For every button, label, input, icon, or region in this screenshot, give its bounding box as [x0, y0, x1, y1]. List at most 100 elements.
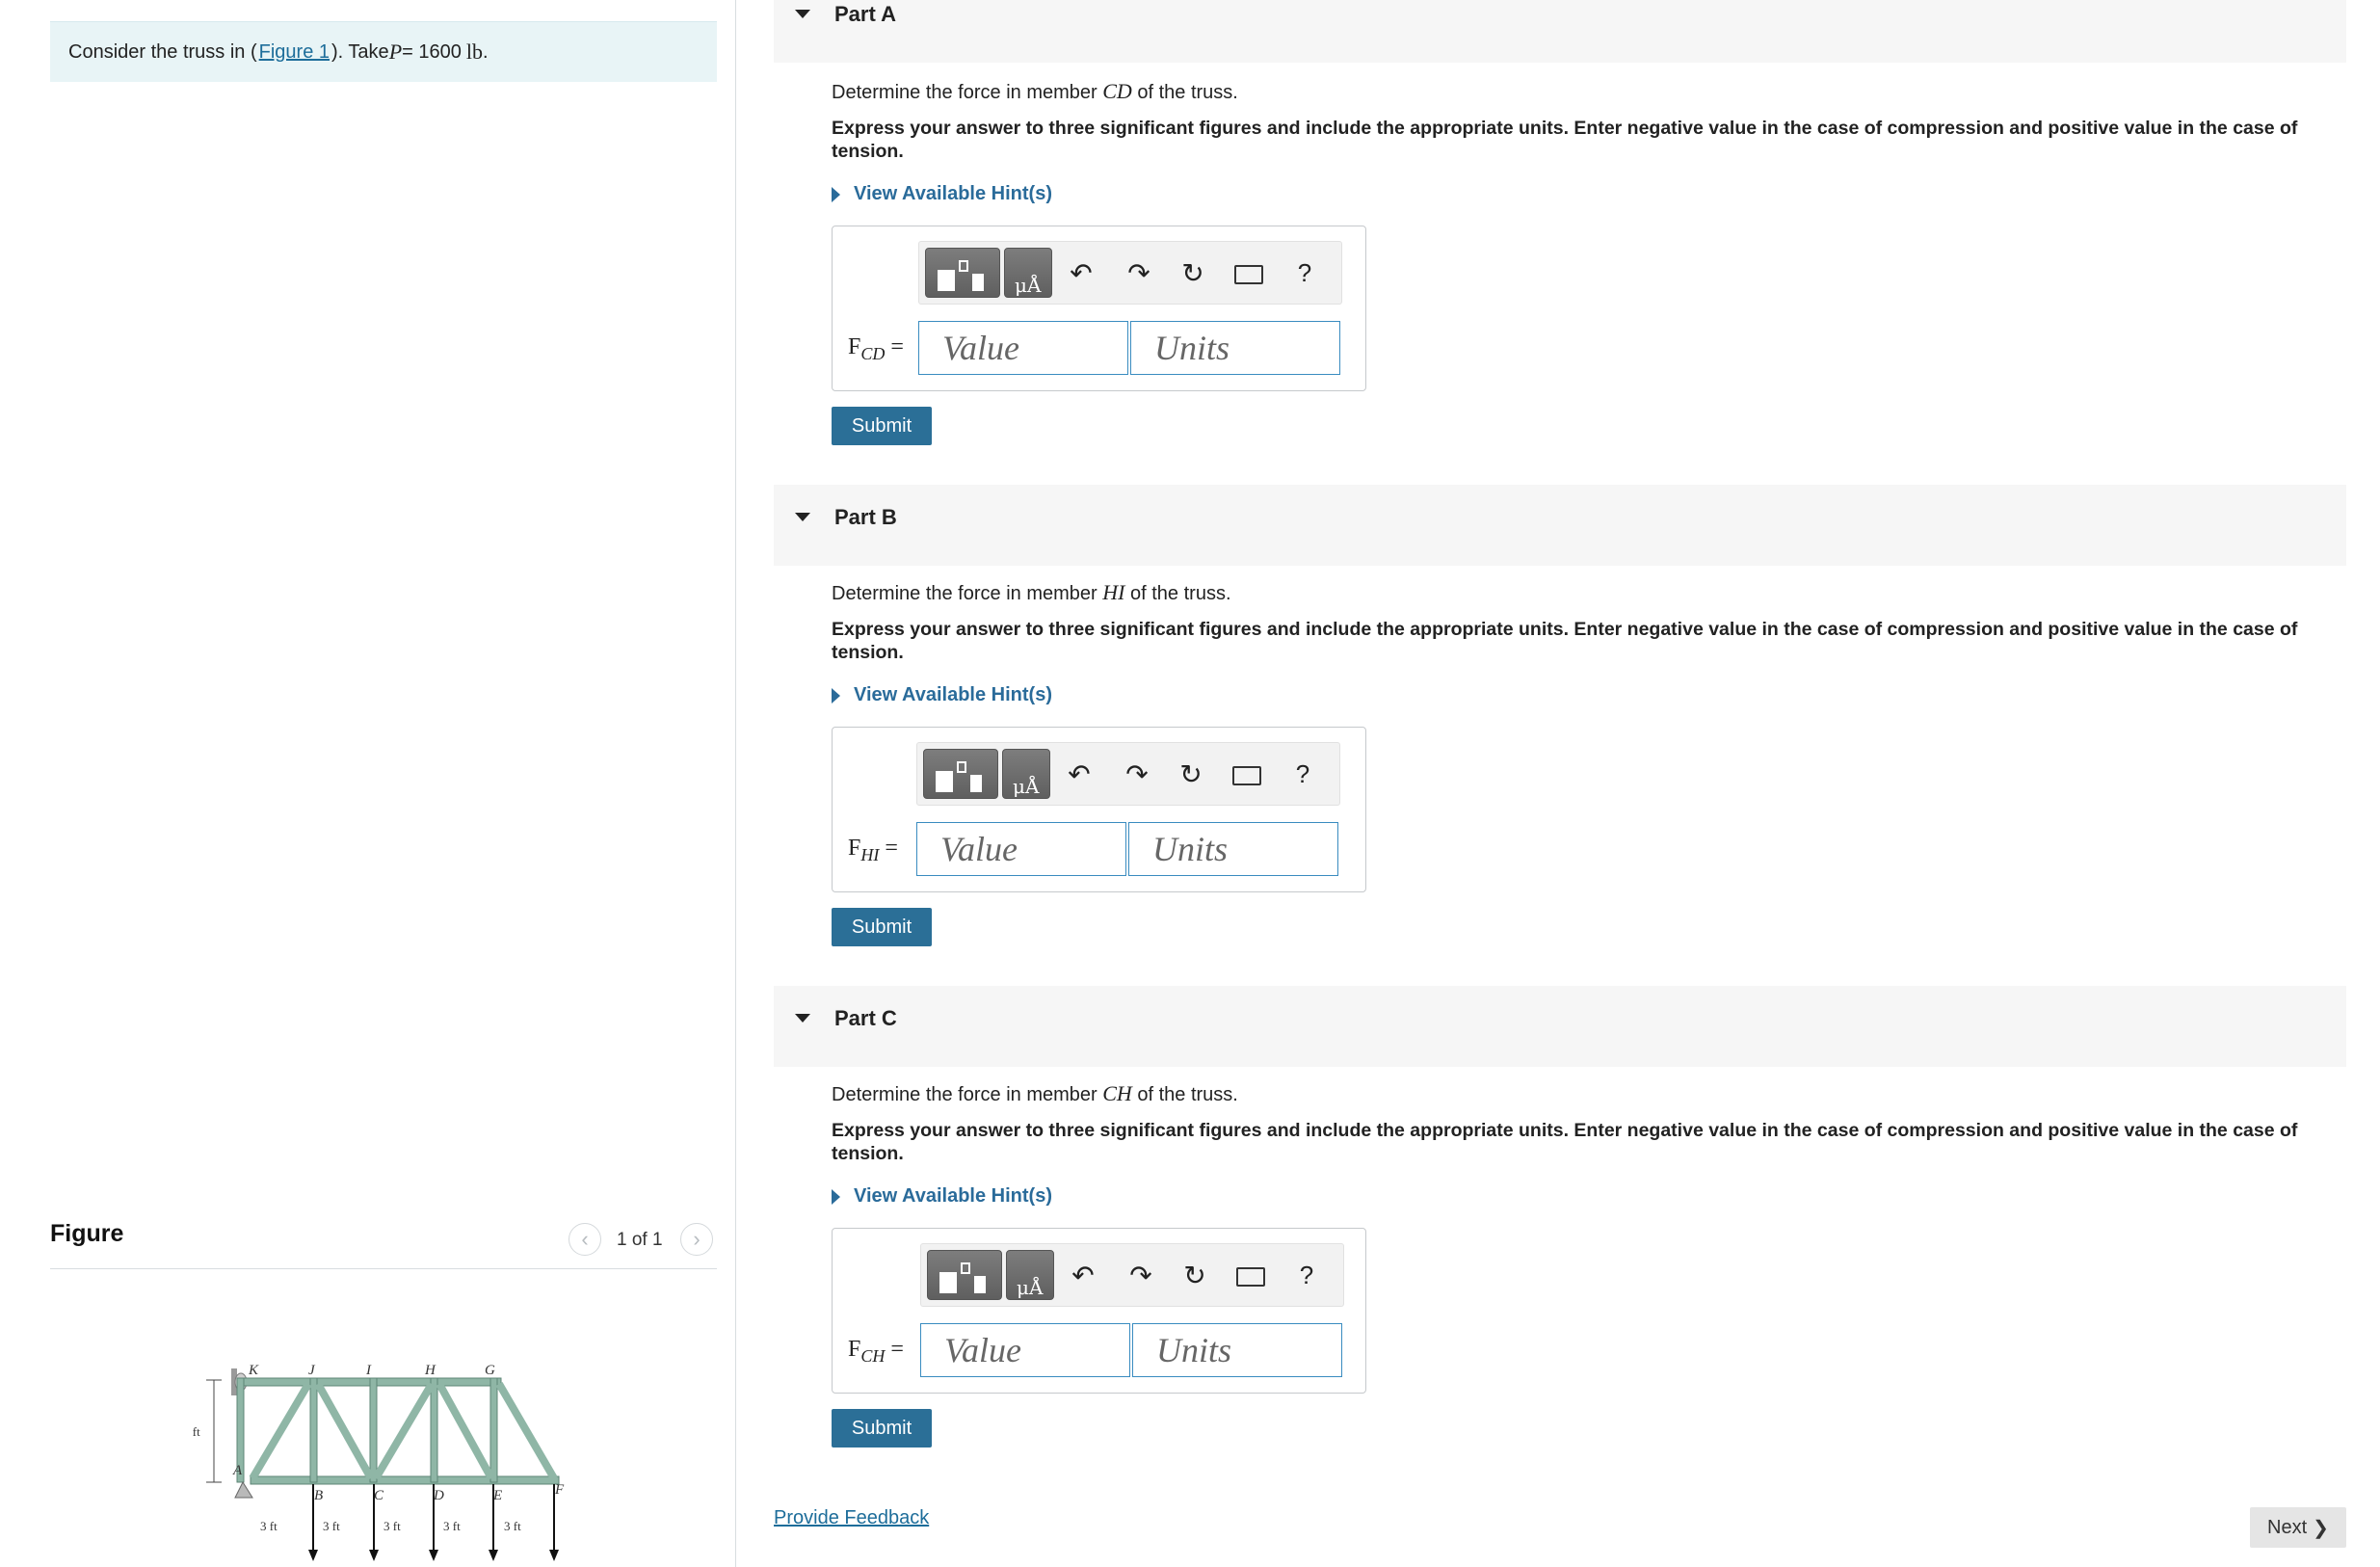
- problem-suffix: .: [483, 40, 489, 63]
- chevron-right-icon: ›: [693, 1227, 701, 1251]
- units-symbols-icon[interactable]: μÅ: [1004, 248, 1052, 298]
- label-sub: CD: [860, 343, 886, 363]
- part-c-submit-button[interactable]: Submit: [832, 1409, 932, 1447]
- help-icon[interactable]: ?: [1287, 758, 1318, 789]
- hint-label: View Available Hint(s): [854, 684, 1052, 705]
- answer-label: FHI =: [848, 836, 898, 865]
- undo-icon[interactable]: ↶: [1068, 1260, 1098, 1290]
- problem-middle: ). Take: [331, 40, 389, 63]
- member-name: CH: [1102, 1081, 1132, 1105]
- node-k: K: [248, 1363, 259, 1378]
- redo-icon[interactable]: ↷: [1122, 758, 1152, 789]
- caret-right-icon: [832, 186, 840, 202]
- math-toolbar: μÅ ↶ ↷ ↻ ?: [918, 241, 1342, 305]
- part-a-hint-toggle[interactable]: View Available Hint(s): [832, 183, 1052, 205]
- part-b-hint-toggle[interactable]: View Available Hint(s): [832, 684, 1052, 706]
- caret-down-icon[interactable]: [793, 1009, 812, 1028]
- node-c: C: [374, 1488, 384, 1503]
- label-f: F: [848, 836, 861, 861]
- chevron-right-icon: ❯: [2313, 1517, 2329, 1539]
- member-name: CD: [1102, 79, 1132, 103]
- part-a-submit-button[interactable]: Submit: [832, 407, 932, 445]
- templates-icon[interactable]: [923, 749, 998, 799]
- problem-statement: Consider the truss in ( Figure 1 ). Take…: [50, 21, 717, 82]
- units-symbols-icon[interactable]: μÅ: [1006, 1250, 1054, 1300]
- caret-down-icon[interactable]: [793, 5, 812, 24]
- span-label-3: 3 ft: [383, 1519, 401, 1533]
- reset-icon[interactable]: ↻: [1176, 758, 1206, 789]
- height-label: 4 ft: [193, 1424, 200, 1439]
- question-suffix: of the truss.: [1124, 583, 1231, 604]
- provide-feedback-link[interactable]: Provide Feedback: [774, 1507, 929, 1529]
- figure-counter: 1 of 1: [617, 1230, 663, 1250]
- node-h: H: [424, 1363, 436, 1378]
- figure-link[interactable]: Figure 1: [259, 41, 330, 64]
- truss-figure: 4 ft K J I H G A B C D E F 3 ft 3 ft 3 f…: [193, 1363, 565, 1561]
- chevron-left-icon: ‹: [581, 1227, 589, 1251]
- help-icon[interactable]: ?: [1289, 257, 1320, 288]
- math-toolbar: μÅ ↶ ↷ ↻ ?: [916, 742, 1340, 806]
- question-suffix: of the truss.: [1131, 82, 1238, 103]
- node-g: G: [485, 1363, 495, 1378]
- units-symbols-icon[interactable]: μÅ: [1002, 749, 1050, 799]
- math-toolbar: μÅ ↶ ↷ ↻ ?: [920, 1243, 1344, 1307]
- member-name: HI: [1102, 580, 1125, 604]
- figure-prev-button[interactable]: ‹: [569, 1223, 601, 1256]
- reset-icon[interactable]: ↻: [1179, 1260, 1210, 1290]
- part-c-hint-toggle[interactable]: View Available Hint(s): [832, 1185, 1052, 1208]
- keyboard-icon[interactable]: [1233, 259, 1264, 290]
- undo-icon[interactable]: ↶: [1064, 758, 1095, 789]
- part-c-instructions: Express your answer to three significant…: [832, 1120, 2298, 1164]
- part-b-question: Determine the force in member HI of the …: [832, 580, 1231, 605]
- help-icon[interactable]: ?: [1291, 1260, 1322, 1290]
- node-b: B: [314, 1488, 323, 1503]
- part-b-instructions: Express your answer to three significant…: [832, 619, 2298, 663]
- span-label-5: 3 ft: [504, 1519, 521, 1533]
- part-a-answer-box: μÅ ↶ ↷ ↻ ? FCD = Value Units: [832, 226, 1366, 391]
- hint-label: View Available Hint(s): [854, 1185, 1052, 1207]
- keyboard-icon[interactable]: [1235, 1262, 1266, 1292]
- part-a-header[interactable]: [774, 0, 2346, 63]
- node-a: A: [232, 1463, 243, 1478]
- answer-label: FCD =: [848, 334, 904, 364]
- span-label-1: 3 ft: [260, 1519, 278, 1533]
- caret-right-icon: [832, 1188, 840, 1205]
- part-b-submit-button[interactable]: Submit: [832, 908, 932, 946]
- redo-icon[interactable]: ↷: [1125, 1260, 1156, 1290]
- p-symbol: P: [388, 40, 403, 64]
- part-b-header[interactable]: [774, 485, 2346, 566]
- units-input[interactable]: Units: [1132, 1323, 1342, 1377]
- value-input[interactable]: Value: [916, 822, 1126, 876]
- units-input[interactable]: Units: [1130, 321, 1340, 375]
- reset-icon[interactable]: ↻: [1177, 257, 1208, 288]
- next-label: Next: [2267, 1516, 2308, 1538]
- value-input[interactable]: Value: [920, 1323, 1130, 1377]
- value-input[interactable]: Value: [918, 321, 1128, 375]
- redo-icon[interactable]: ↷: [1124, 257, 1154, 288]
- part-c-title: Part C: [834, 1006, 897, 1030]
- templates-icon[interactable]: [927, 1250, 1002, 1300]
- span-label-4: 3 ft: [443, 1519, 461, 1533]
- label-f: F: [848, 1337, 861, 1362]
- question-prefix: Determine the force in member: [832, 1084, 1103, 1105]
- figure-title: Figure: [50, 1220, 124, 1247]
- part-a-question: Determine the force in member CD of the …: [832, 79, 1238, 104]
- p-unit: lb: [465, 40, 483, 64]
- label-sub: CH: [860, 1345, 886, 1366]
- answer-label: FCH =: [848, 1337, 904, 1367]
- units-input[interactable]: Units: [1128, 822, 1338, 876]
- undo-icon[interactable]: ↶: [1066, 257, 1097, 288]
- part-b-title: Part B: [834, 505, 897, 529]
- span-label-2: 3 ft: [323, 1519, 340, 1533]
- figure-next-button[interactable]: ›: [680, 1223, 713, 1256]
- node-j: J: [308, 1363, 316, 1378]
- part-c-header[interactable]: [774, 986, 2346, 1067]
- problem-prefix: Consider the truss in (: [68, 40, 257, 63]
- part-a-instructions: Express your answer to three significant…: [832, 118, 2298, 162]
- caret-down-icon[interactable]: [793, 508, 812, 527]
- templates-icon[interactable]: [925, 248, 1000, 298]
- keyboard-icon[interactable]: [1231, 760, 1262, 791]
- label-eq: =: [885, 334, 904, 359]
- next-button[interactable]: Next ❯: [2250, 1507, 2346, 1548]
- figure-rule: [50, 1268, 717, 1269]
